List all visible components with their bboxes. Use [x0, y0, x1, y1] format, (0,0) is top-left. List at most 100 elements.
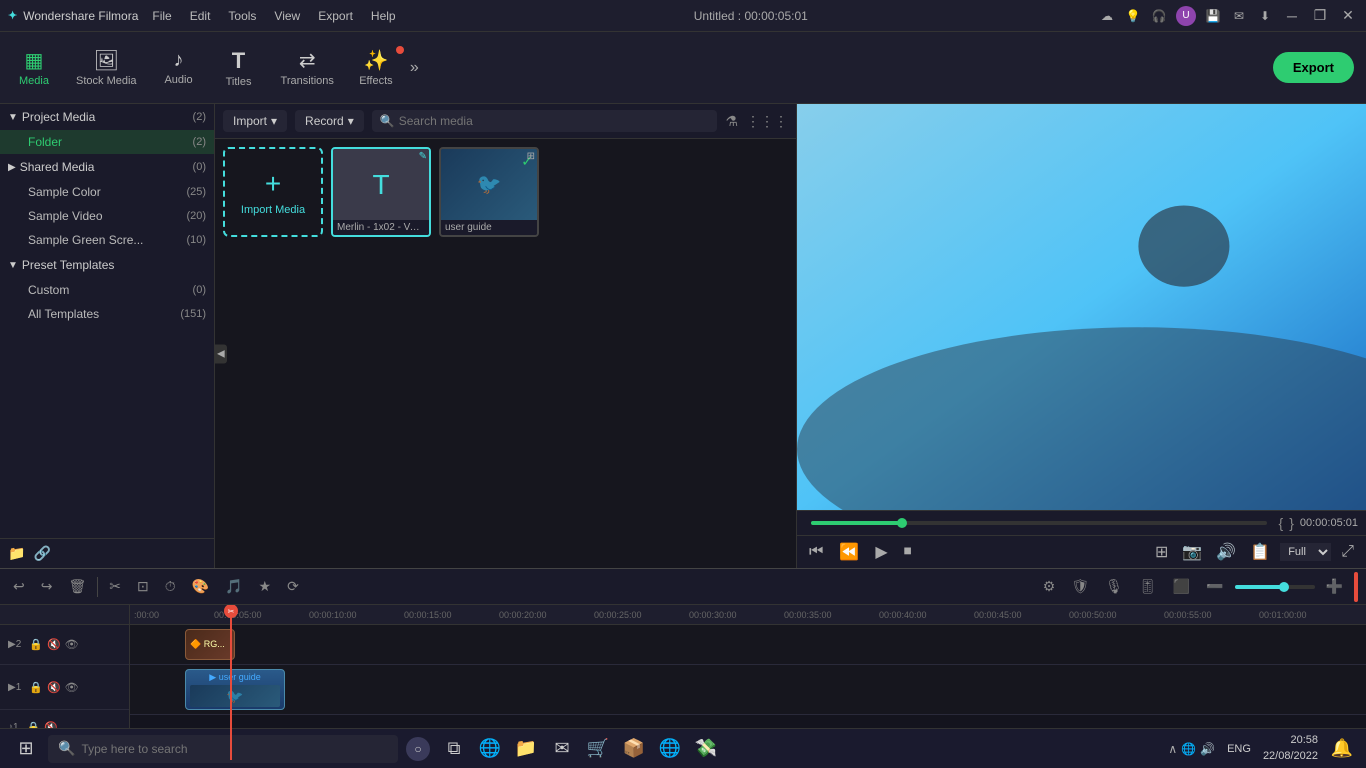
preset-templates-section[interactable]: ▼ Preset Templates	[0, 252, 214, 278]
track1-eye-icon[interactable]: 👁	[65, 681, 79, 694]
mark-in-icon[interactable]: {	[1279, 515, 1284, 531]
shared-media-section[interactable]: ▶ Shared Media (0)	[0, 154, 214, 180]
notification-icon[interactable]: 🔔	[1326, 733, 1358, 765]
save-icon[interactable]: 💾	[1204, 7, 1222, 25]
zoom-handle[interactable]	[1279, 582, 1289, 592]
toolbar-transitions[interactable]: ⇄ Transitions	[269, 44, 346, 91]
track2-mute-icon[interactable]: 🔇	[47, 638, 61, 651]
media-tile-userguide[interactable]: 🐦 ✓ ⊞ user guide	[439, 147, 539, 237]
settings-button[interactable]: ⚙	[1038, 575, 1061, 598]
undo-button[interactable]: ↩	[8, 575, 30, 598]
menu-help[interactable]: Help	[363, 7, 404, 25]
sidebar-item-sample-color[interactable]: Sample Color (25)	[0, 180, 214, 204]
playlist-button[interactable]: 📋	[1246, 540, 1274, 564]
audio-button[interactable]: 🎵	[220, 575, 247, 598]
import-media-tile[interactable]: + Import Media	[223, 147, 323, 237]
taskbar-multitask-icon[interactable]: ⧉	[438, 733, 470, 765]
delete-button[interactable]: 🗑	[63, 575, 91, 598]
tray-lang[interactable]: ENG	[1227, 743, 1251, 755]
close-button[interactable]: ✕	[1338, 6, 1358, 26]
redo-button[interactable]: ↪	[36, 575, 58, 598]
maximize-button[interactable]: ❐	[1310, 6, 1330, 26]
preview-progress-bar[interactable]	[811, 521, 1267, 525]
speed-button[interactable]: ⏱	[160, 575, 181, 598]
track2-clip-rg[interactable]: 🔶 RG...	[185, 629, 235, 660]
download-icon[interactable]: ⬇	[1256, 7, 1274, 25]
media-tile-merlin[interactable]: T ✎ Merlin - 1x02 - Valiant.P...	[331, 147, 431, 237]
shield-button[interactable]: 🛡	[1066, 575, 1094, 598]
tray-expand-icon[interactable]: ∧	[1168, 742, 1177, 756]
taskbar-edge-icon[interactable]: 🌐	[474, 733, 506, 765]
toolbar-effects[interactable]: ✨ Effects	[346, 44, 406, 91]
taskbar-mail-icon[interactable]: ✉	[546, 733, 578, 765]
sidebar-item-custom[interactable]: Custom (0)	[0, 278, 214, 302]
fit-to-screen-button[interactable]: ⊞	[1151, 540, 1172, 564]
record-button[interactable]: Record ▾	[295, 110, 364, 132]
track1-lock-icon[interactable]: 🔒	[29, 681, 43, 694]
taskbar-cortana-icon[interactable]: ○	[402, 733, 434, 765]
project-media-section[interactable]: ▼ Project Media (2)	[0, 104, 214, 130]
zoom-in-button[interactable]: ➕	[1321, 575, 1348, 598]
import-button[interactable]: Import ▾	[223, 110, 287, 132]
taskbar-amazon-icon[interactable]: 🛒	[582, 733, 614, 765]
toolbar-more-button[interactable]: »	[406, 55, 423, 81]
captions-button[interactable]: ⬛	[1168, 575, 1195, 598]
playhead[interactable]: ✂	[230, 605, 232, 624]
step-back-button[interactable]: ⏪	[835, 540, 863, 564]
collapse-panel-button[interactable]: ◀	[215, 344, 227, 363]
cloud-icon[interactable]: ☁	[1098, 7, 1116, 25]
cut-button[interactable]: ✂	[104, 575, 126, 598]
taskbar-explorer-icon[interactable]: 📁	[510, 733, 542, 765]
taskbar-browser2-icon[interactable]: 🌐	[654, 733, 686, 765]
color-button[interactable]: 🎨	[187, 575, 214, 598]
fullscreen-button[interactable]: ⤢	[1337, 541, 1358, 563]
volume-button[interactable]: 🔊	[1212, 540, 1240, 564]
zoom-out-button[interactable]: ➖	[1201, 575, 1228, 598]
mail-icon[interactable]: ✉	[1230, 7, 1248, 25]
menu-file[interactable]: File	[144, 7, 179, 25]
taskbar-search[interactable]: 🔍	[48, 735, 398, 763]
toolbar-media[interactable]: ▦ Media	[4, 44, 64, 91]
toolbar-titles[interactable]: T Titles	[209, 44, 269, 92]
track1-clip-userguide[interactable]: ▶ user guide 🐦	[185, 669, 285, 710]
menu-view[interactable]: View	[266, 7, 308, 25]
zoom-slider[interactable]	[1235, 585, 1315, 589]
sidebar-item-folder[interactable]: Folder (2)	[0, 130, 214, 154]
effects-tl-button[interactable]: ★	[254, 575, 277, 598]
progress-handle[interactable]	[897, 518, 907, 528]
taskbar-search-input[interactable]	[81, 742, 388, 756]
mark-out-icon[interactable]: }	[1289, 515, 1294, 531]
headset-icon[interactable]: 🎧	[1150, 7, 1168, 25]
play-button[interactable]: ▶	[871, 540, 891, 564]
tl-audio-settings-button[interactable]: 🎚	[1134, 575, 1162, 598]
track2-eye-icon[interactable]: 👁	[65, 638, 79, 651]
track2-lock-icon[interactable]: 🔒	[29, 638, 43, 651]
start-button[interactable]: ⊞	[8, 731, 44, 767]
sidebar-item-sample-green[interactable]: Sample Green Scre... (10)	[0, 228, 214, 252]
taskbar-filmora-icon[interactable]: 💸	[690, 733, 722, 765]
playhead-handle[interactable]	[1354, 572, 1358, 602]
menu-edit[interactable]: Edit	[182, 7, 219, 25]
export-button[interactable]: Export	[1273, 52, 1354, 83]
sidebar-item-sample-video[interactable]: Sample Video (20)	[0, 204, 214, 228]
zoom-select[interactable]: Full 50% 75%	[1280, 543, 1331, 561]
search-input[interactable]	[399, 114, 710, 128]
tray-network-icon[interactable]: 🌐	[1181, 742, 1196, 756]
add-folder-icon[interactable]: 📁	[8, 545, 25, 562]
menu-export[interactable]: Export	[310, 7, 361, 25]
sidebar-item-all-templates[interactable]: All Templates (151)	[0, 302, 214, 326]
toolbar-audio[interactable]: ♪ Audio	[149, 45, 209, 90]
filter-icon[interactable]: ⚗	[725, 113, 738, 130]
mic-button[interactable]: 🎙	[1100, 575, 1128, 598]
taskbar-dropbox-icon[interactable]: 📦	[618, 733, 650, 765]
tray-volume-icon[interactable]: 🔊	[1200, 742, 1215, 756]
crop-button[interactable]: ⊡	[132, 575, 154, 598]
grid-options-icon[interactable]: ⋮⋮⋮	[746, 113, 788, 130]
stop-button[interactable]: ⏹	[900, 541, 916, 563]
skip-back-button[interactable]: ⏮	[805, 541, 827, 563]
media-search-bar[interactable]: 🔍	[372, 110, 718, 132]
avatar-icon[interactable]: U	[1176, 6, 1196, 26]
screenshot-button[interactable]: 📷	[1178, 540, 1206, 564]
link-icon[interactable]: 🔗	[33, 545, 50, 562]
lightbulb-icon[interactable]: 💡	[1124, 7, 1142, 25]
